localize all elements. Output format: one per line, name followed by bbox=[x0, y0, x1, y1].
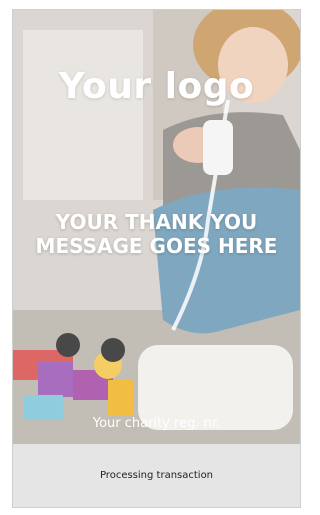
processing-transaction-text: Processing transaction bbox=[99, 470, 214, 481]
logo-placeholder: Your logo bbox=[58, 66, 255, 107]
charity-reg-number: Your charity reg. nr. bbox=[92, 416, 221, 431]
donation-screen: Your logo YOUR THANK YOU MESSAGE GOES HE… bbox=[12, 9, 301, 508]
thank-you-message: YOUR THANK YOU MESSAGE GOES HERE bbox=[35, 210, 278, 258]
hero-photo: Your logo YOUR THANK YOU MESSAGE GOES HE… bbox=[13, 10, 300, 444]
status-bar: Processing transaction bbox=[13, 444, 300, 507]
